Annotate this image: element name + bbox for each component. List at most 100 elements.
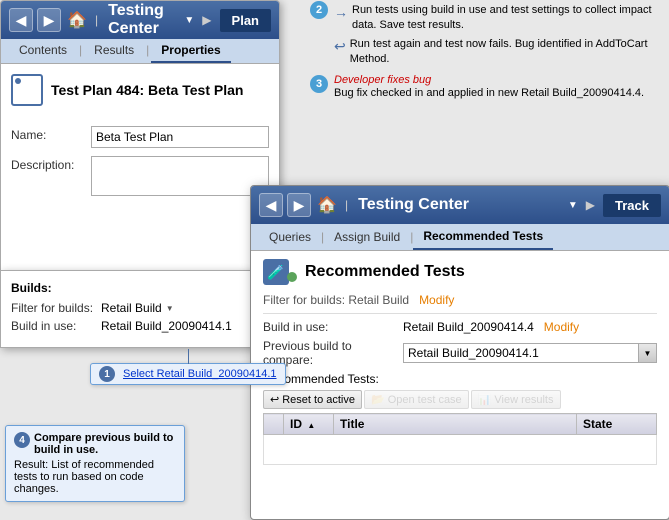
name-input[interactable] <box>91 126 269 148</box>
open-test-case-button[interactable]: 📂 Open test case <box>364 390 469 409</box>
filter-builds-label: Filter for builds: <box>11 301 101 315</box>
callout-4-num: 4 <box>14 432 30 448</box>
open-icon: 📂 <box>371 393 385 406</box>
callout-1-text[interactable]: Select Retail Build_20090414.1 <box>123 368 277 380</box>
view-icon: 📊 <box>478 393 492 406</box>
sort-arrow-icon: ▲ <box>307 421 315 430</box>
left-dropdown-icon[interactable]: ▼ <box>184 15 194 26</box>
callout-1-line <box>188 349 189 364</box>
prev-build-form-row: Previous build to compare: Retail Build_… <box>263 339 657 367</box>
right-nav-bar: ◀ ▶ 🏠 | Testing Center ▼ ▶ Track <box>251 186 669 224</box>
prev-build-value: Retail Build_20090414.1 <box>404 346 638 360</box>
build-in-use-row: Build in use: Retail Build_20090414.1 <box>11 319 269 333</box>
workflow-step-2-num: 2 <box>310 1 328 19</box>
tab-contents[interactable]: Contents <box>9 39 77 63</box>
workflow-step-3: 3 Developer fixes bug Bug fix checked in… <box>310 74 669 101</box>
table-empty-row <box>264 435 657 465</box>
left-app-title: Testing Center <box>104 2 180 38</box>
filter-builds-dropdown[interactable]: Retail Build ▼ <box>101 301 174 315</box>
tab-queries[interactable]: Queries <box>259 225 321 249</box>
callout-4-title: Compare previous build to build in use. <box>34 432 176 456</box>
forward-button[interactable]: ▶ <box>37 8 61 32</box>
build-in-use-value: Retail Build_20090414.1 <box>101 319 232 333</box>
left-active-tab-button[interactable]: Plan <box>220 9 271 32</box>
right-tab-bar: Queries | Assign Build | Recommended Tes… <box>251 224 669 251</box>
filter-dropdown-arrow: ▼ <box>166 304 174 313</box>
nav-right-sep: ▶ <box>202 13 211 27</box>
filter-builds-value: Retail Build <box>101 301 162 315</box>
build-in-use-form-row: Build in use: Retail Build_20090414.4 Mo… <box>263 320 657 334</box>
filter-builds-row: Filter for builds: Retail Build ▼ <box>11 301 269 315</box>
build-modify-link[interactable]: Modify <box>544 320 579 334</box>
view-label: View results <box>494 394 553 406</box>
test-plan-form: Test Plan 484: Beta Test Plan Name: Desc… <box>1 64 279 214</box>
rec-icon: 🧪 <box>263 259 289 285</box>
table-body <box>264 435 657 465</box>
tab-assign-build[interactable]: Assign Build <box>324 225 410 249</box>
home-icon: 🏠 <box>65 8 89 32</box>
back-button[interactable]: ◀ <box>9 8 33 32</box>
table-header-title[interactable]: Title <box>334 414 577 435</box>
reset-icon: ↩ <box>270 393 279 406</box>
description-input[interactable] <box>91 156 269 196</box>
rec-filter-label: Filter for builds: Retail Build <box>263 293 409 307</box>
form-header: Test Plan 484: Beta Test Plan <box>11 74 269 114</box>
table-header-state[interactable]: State <box>577 414 657 435</box>
table-header-checkbox <box>264 414 284 435</box>
rec-title-text: Recommended Tests <box>305 263 465 281</box>
right-home-icon: 🏠 <box>315 193 339 217</box>
right-nav-right-sep: ▶ <box>586 198 595 212</box>
open-label: Open test case <box>388 394 462 406</box>
description-label: Description: <box>11 156 91 172</box>
arrow-icon-2: ↩ <box>334 38 346 55</box>
reset-label: Reset to active <box>282 394 355 406</box>
recommended-tests-table: ID ▲ Title State <box>263 413 657 465</box>
filter-modify-link[interactable]: Modify <box>419 293 454 307</box>
callout-4-text: Result: List of recommended tests to run… <box>14 459 176 495</box>
right-forward-button[interactable]: ▶ <box>287 193 311 217</box>
workflow-step-2-text2: Run test again and test now fails. Bug i… <box>350 37 669 68</box>
builds-section: Builds: Filter for builds: Retail Build … <box>0 270 280 348</box>
recommended-tests-panel: ◀ ▶ 🏠 | Testing Center ▼ ▶ Track Queries… <box>250 185 669 520</box>
test-plan-panel: ◀ ▶ 🏠 | Testing Center ▼ ▶ Plan Contents… <box>0 0 280 290</box>
rec-filter-row: Filter for builds: Retail Build Modify <box>263 293 657 314</box>
rec-title-row: 🧪 Recommended Tests <box>263 259 657 285</box>
tab-results[interactable]: Results <box>84 39 144 63</box>
rec-toolbar: ↩ Reset to active 📂 Open test case 📊 Vie… <box>263 390 657 409</box>
test-plan-title: Test Plan 484: Beta Test Plan <box>51 82 243 98</box>
workflow-step-2-text1: Run tests using build in use and test se… <box>352 3 669 34</box>
callout-4: 4 Compare previous build to build in use… <box>5 425 185 502</box>
workflow-step-3-title: Developer fixes bug <box>334 74 669 86</box>
reset-to-active-button[interactable]: ↩ Reset to active <box>263 390 362 409</box>
callout-1-num: 1 <box>99 366 115 382</box>
left-tab-bar: Contents | Results | Properties <box>1 39 279 64</box>
workflow-step-3-text: Bug fix checked in and applied in new Re… <box>334 86 669 101</box>
build-in-use-label: Build in use: <box>11 319 101 333</box>
tab-properties[interactable]: Properties <box>151 39 230 63</box>
rec-tests-label: Recommended Tests: <box>263 372 657 386</box>
right-app-title: Testing Center <box>354 196 564 214</box>
right-back-button[interactable]: ◀ <box>259 193 283 217</box>
table-header-id[interactable]: ID ▲ <box>284 414 334 435</box>
view-results-button[interactable]: 📊 View results <box>471 390 561 409</box>
rec-tests-content: 🧪 Recommended Tests Filter for builds: R… <box>251 251 669 473</box>
workflow-area: 2 → Run tests using build in use and tes… <box>310 0 669 107</box>
rec-badge-icon <box>287 272 297 282</box>
tab-recommended-tests[interactable]: Recommended Tests <box>413 224 553 250</box>
workflow-step-3-num: 3 <box>310 75 328 93</box>
right-dropdown-icon[interactable]: ▼ <box>568 200 578 211</box>
builds-title: Builds: <box>11 281 269 295</box>
name-row: Name: <box>11 126 269 148</box>
left-nav-bar: ◀ ▶ 🏠 | Testing Center ▼ ▶ Plan <box>1 1 279 39</box>
nav-sep: | <box>95 13 98 27</box>
arrow-icon: → <box>334 4 348 20</box>
prev-build-dropdown[interactable]: Retail Build_20090414.1 ▼ <box>403 343 657 363</box>
workflow-step-2: 2 → Run tests using build in use and tes… <box>310 0 669 68</box>
right-active-tab-button[interactable]: Track <box>603 194 661 217</box>
prev-build-dropdown-arrow[interactable]: ▼ <box>638 344 656 362</box>
description-row: Description: <box>11 156 269 196</box>
name-label: Name: <box>11 126 91 142</box>
doc-icon <box>11 74 43 106</box>
build-in-use-form-label: Build in use: <box>263 320 403 334</box>
callout-1-select: 1 Select Retail Build_20090414.1 <box>90 363 286 385</box>
